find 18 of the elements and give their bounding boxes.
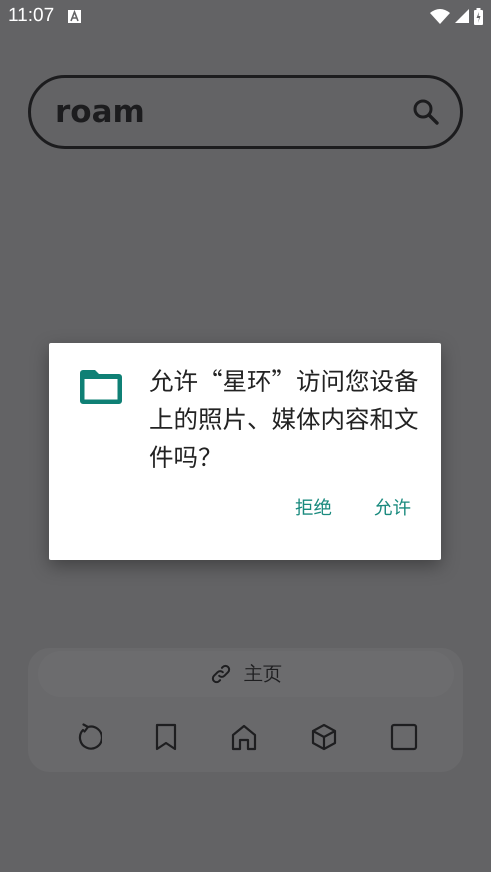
deny-button[interactable]: 拒绝 [284,488,342,526]
signal-icon [455,9,469,23]
link-icon [210,663,232,685]
allow-button[interactable]: 允许 [364,488,421,526]
square-icon [390,723,418,751]
search-field[interactable]: roam [28,75,463,149]
search-input[interactable]: roam [55,94,412,130]
bookmark-icon [154,723,178,751]
address-text: 主页 [244,662,282,687]
cube-icon [310,723,338,751]
wifi-icon [430,8,450,24]
dialog-message: 允许“星环”访问您设备上的照片、媒体内容和文件吗？ [149,362,420,476]
status-time: 11:07 [8,5,54,27]
home-icon [230,723,258,751]
folder-icon [80,370,122,404]
search-icon[interactable] [412,98,440,126]
keyboard-icon [68,10,82,22]
battery-icon [474,8,483,24]
